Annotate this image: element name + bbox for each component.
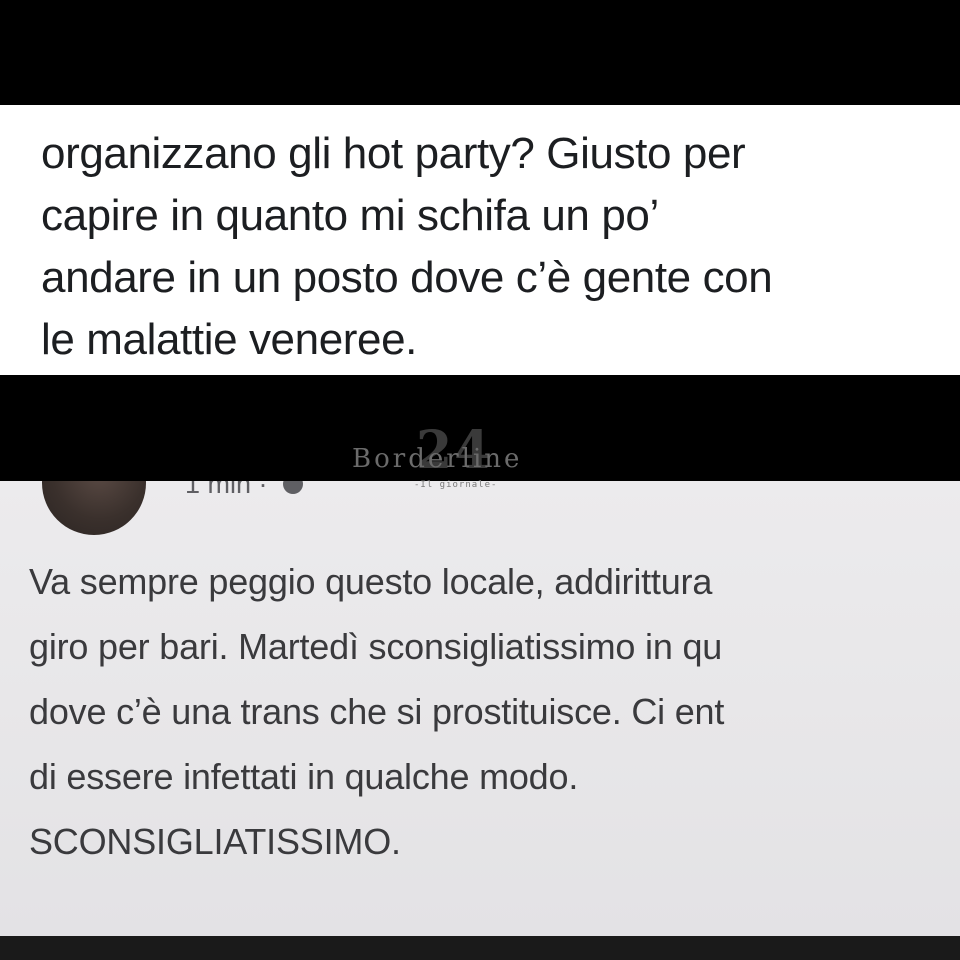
avatar[interactable] [42, 481, 146, 535]
post-line: organizzano gli hot party? Giusto per [41, 129, 746, 178]
black-bar-bottom [0, 936, 960, 960]
post-panel-bottom: 1 min · Va sempre peggio questo locale, … [0, 481, 960, 936]
post-line: dove c’è una trans che si prostituisce. … [29, 691, 725, 732]
post-meta: 1 min · [185, 481, 304, 499]
post-text-top: organizzano gli hot party? Giusto per ca… [41, 123, 941, 371]
post-text-bottom: Va sempre peggio questo locale, addiritt… [29, 549, 960, 874]
post-line: le malattie veneree. [41, 315, 417, 364]
post-line: andare in un posto dove c’è gente con [41, 253, 773, 302]
black-bar-top [0, 0, 960, 105]
watermark-logo: 24 Borderline -Il giornale- [352, 420, 572, 500]
post-line: SCONSIGLIATISSIMO. [29, 821, 401, 862]
post-text-panel-top: organizzano gli hot party? Giusto per ca… [0, 105, 960, 375]
post-timestamp[interactable]: 1 min · [185, 481, 268, 499]
post-line: Va sempre peggio questo locale, addiritt… [29, 561, 713, 602]
post-line: di essere infettati in qualche modo. [29, 756, 579, 797]
post-line: capire in quanto mi schifa un po’ [41, 191, 659, 240]
watermark-word: Borderline [352, 444, 523, 474]
globe-icon [283, 481, 304, 494]
post-line: giro per bari. Martedì sconsigliatissimo… [29, 626, 723, 667]
watermark-subtitle: -Il giornale- [414, 480, 498, 490]
